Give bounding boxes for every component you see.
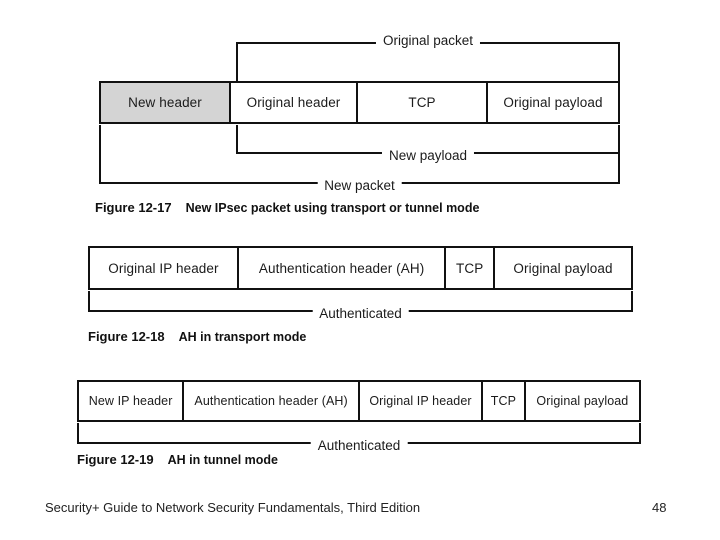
packet-cell-original-header-label: Original header xyxy=(246,95,341,110)
packet-cell-original-ip-header: Original IP header xyxy=(90,248,239,288)
caption-12-19-number: Figure 12-19 xyxy=(77,452,154,467)
bracket-new-packet-legs xyxy=(99,125,620,184)
bracket-new-packet: New packet xyxy=(99,125,620,192)
packet-row-12-19: New IP header Authentication header (AH)… xyxy=(77,380,641,422)
caption-12-18-text: AH in transport mode xyxy=(178,330,307,344)
slide-canvas: Original packet New header Original head… xyxy=(0,0,720,540)
packet-cell-original-payload-label: Original payload xyxy=(513,260,613,276)
footer-book-title: Security+ Guide to Network Security Fund… xyxy=(45,500,421,515)
packet-cell-new-ip-header: New IP header xyxy=(79,382,185,420)
packet-cell-tcp: TCP xyxy=(483,382,526,420)
packet-cell-original-payload-label: Original payload xyxy=(536,394,629,408)
caption-12-17-number: Figure 12-17 xyxy=(95,200,172,215)
packet-cell-original-ip-header: Original IP header xyxy=(360,382,484,420)
packet-cell-original-payload: Original payload xyxy=(488,83,618,122)
packet-cell-new-ip-header-label: New IP header xyxy=(88,394,173,408)
bracket-new-packet-label: New packet xyxy=(317,178,402,192)
packet-cell-original-payload: Original payload xyxy=(526,382,639,420)
packet-cell-tcp-label: TCP xyxy=(408,95,436,110)
caption-12-19-text: AH in tunnel mode xyxy=(167,453,279,467)
packet-cell-tcp: TCP xyxy=(446,248,496,288)
caption-12-18: Figure 12-18 AH in transport mode xyxy=(88,329,306,344)
packet-cell-authentication-header: Authentication header (AH) xyxy=(239,248,447,288)
packet-cell-tcp-label: TCP xyxy=(456,260,484,276)
packet-cell-new-header: New header xyxy=(101,83,231,122)
packet-cell-original-payload-label: Original payload xyxy=(503,95,603,110)
bracket-authenticated-transport-label: Authenticated xyxy=(312,306,409,320)
caption-12-18-number: Figure 12-18 xyxy=(88,329,165,344)
packet-cell-tcp: TCP xyxy=(358,83,489,122)
packet-cell-authentication-header: Authentication header (AH) xyxy=(184,382,360,420)
bracket-original-packet-label: Original packet xyxy=(375,34,481,48)
packet-cell-original-payload: Original payload xyxy=(495,248,631,288)
packet-cell-original-ip-header-label: Original IP header xyxy=(369,394,472,408)
packet-cell-authentication-header-label: Authentication header (AH) xyxy=(258,260,425,276)
caption-12-17-text: New IPsec packet using transport or tunn… xyxy=(185,201,480,215)
bracket-authenticated-tunnel-label: Authenticated xyxy=(310,438,408,452)
packet-row-12-17: New header Original header TCP Original … xyxy=(99,81,620,124)
footer-page-number: 48 xyxy=(652,500,667,515)
bracket-authenticated-tunnel: Authenticated xyxy=(77,423,641,452)
packet-cell-original-ip-header-label: Original IP header xyxy=(108,260,219,276)
packet-cell-original-header: Original header xyxy=(231,83,359,122)
caption-12-17: Figure 12-17 New IPsec packet using trans… xyxy=(95,200,479,215)
caption-12-19: Figure 12-19 AH in tunnel mode xyxy=(77,452,278,467)
packet-cell-tcp-label: TCP xyxy=(490,394,517,408)
bracket-authenticated-transport: Authenticated xyxy=(88,291,633,320)
packet-cell-new-header-label: New header xyxy=(128,95,202,110)
packet-row-12-18: Original IP header Authentication header… xyxy=(88,246,633,290)
bracket-original-packet: Original packet xyxy=(236,34,620,81)
packet-cell-authentication-header-label: Authentication header (AH) xyxy=(194,394,348,408)
